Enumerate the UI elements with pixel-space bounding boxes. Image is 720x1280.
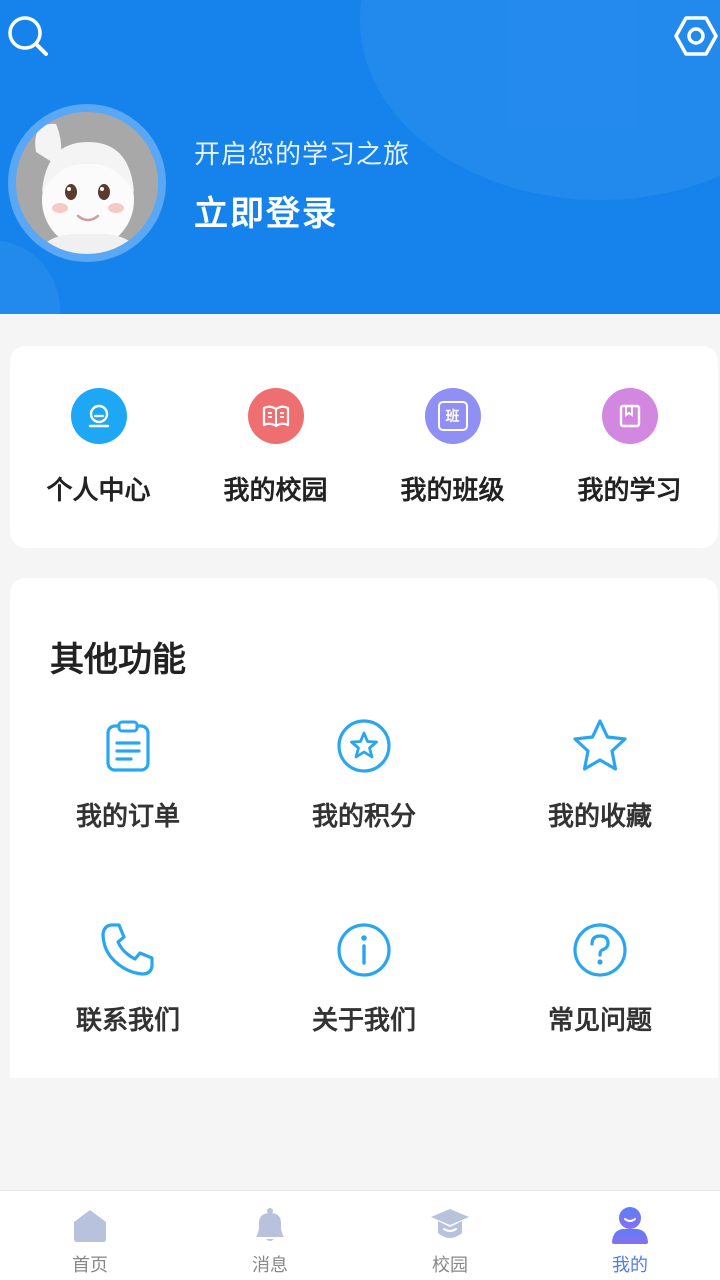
function-grid: 我的订单 我的积分 我的收藏 联系我们 关于我们 常见问题 [10,716,718,1060]
star-icon [570,716,630,776]
header-decoration [360,0,720,200]
function-label: 常见问题 [547,1006,652,1036]
home-icon [68,1203,112,1247]
function-contact-us[interactable]: 联系我们 [10,920,246,1060]
search-icon[interactable] [4,12,52,60]
quick-nav-label: 我的校园 [223,476,328,506]
tab-label: 首页 [72,1255,108,1276]
profile-header: 开启您的学习之旅 立即登录 [0,0,720,314]
notebook-icon [601,388,658,444]
user-icon [608,1203,652,1247]
class-icon-text: 班 [445,409,460,425]
function-label: 我的订单 [75,802,180,832]
avatar-image [16,112,158,254]
function-label: 我的积分 [311,802,416,832]
section-title: 其他功能 [50,640,186,680]
quick-nav-label: 个人中心 [46,476,151,506]
tab-label: 我的 [612,1255,648,1276]
tab-label: 消息 [252,1255,288,1276]
quick-nav-card: 个人中心 我的校园 班 我的班级 我的学习 [10,346,718,548]
quick-nav-my-campus[interactable]: 我的校园 [187,346,364,548]
info-icon [334,920,394,980]
tab-campus[interactable]: 校园 [360,1191,540,1280]
question-icon [570,920,630,980]
function-faq[interactable]: 常见问题 [482,920,718,1060]
bell-icon [248,1203,292,1247]
phone-icon [98,920,158,980]
bottom-tab-bar: 首页 消息 校园 我的 [0,1190,720,1280]
quick-nav-my-study[interactable]: 我的学习 [541,346,718,548]
function-label: 我的收藏 [547,802,652,832]
greeting-text: 开启您的学习之旅 [194,140,411,170]
function-my-points[interactable]: 我的积分 [246,716,482,856]
function-label: 关于我们 [311,1006,416,1036]
quick-nav-label: 我的学习 [577,476,682,506]
class-icon: 班 [424,388,481,444]
other-functions-card: 其他功能 我的订单 我的积分 我的收藏 联系我们 关于我们 常见问题 [10,578,718,1078]
login-link[interactable]: 立即登录 [194,186,338,235]
tab-label: 校园 [432,1255,468,1276]
tab-mine[interactable]: 我的 [540,1191,720,1280]
profile-icon [70,388,127,444]
quick-nav-my-class[interactable]: 班 我的班级 [364,346,541,548]
star-badge-icon [334,716,394,776]
book-open-icon [247,388,304,444]
tab-messages[interactable]: 消息 [180,1191,360,1280]
function-label: 联系我们 [75,1006,180,1036]
function-my-orders[interactable]: 我的订单 [10,716,246,856]
graduation-cap-icon [428,1203,472,1247]
quick-nav-personal-center[interactable]: 个人中心 [10,346,187,548]
avatar[interactable] [8,104,166,262]
function-about-us[interactable]: 关于我们 [246,920,482,1060]
clipboard-icon [98,716,158,776]
quick-nav-label: 我的班级 [400,476,505,506]
tab-home[interactable]: 首页 [0,1191,180,1280]
settings-hex-icon[interactable] [672,12,720,60]
function-my-favorites[interactable]: 我的收藏 [482,716,718,856]
